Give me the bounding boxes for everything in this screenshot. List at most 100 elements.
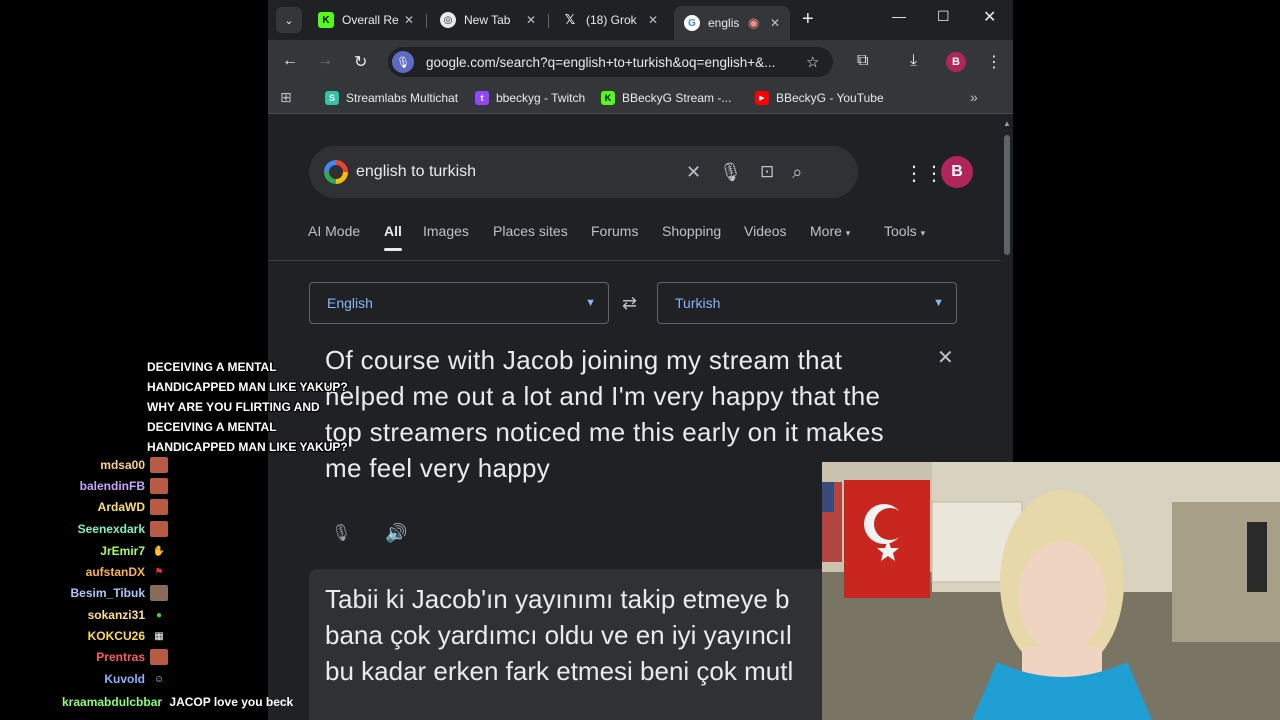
chat-username: KOKCU26 xyxy=(87,629,145,643)
filter-more[interactable]: More ▾ xyxy=(810,223,850,239)
lens-icon[interactable]: ⊡ xyxy=(760,162,774,182)
account-avatar[interactable]: B xyxy=(941,156,973,188)
close-icon[interactable]: ✕ xyxy=(404,13,414,27)
close-icon[interactable]: ✕ xyxy=(648,13,658,27)
reload-icon[interactable]: ↻ xyxy=(354,52,367,72)
google-icon: G xyxy=(684,15,700,31)
tab-divider xyxy=(426,14,427,28)
tab-overall[interactable]: K Overall Re ✕ xyxy=(308,6,424,34)
browser-toolbar: ← → ↻ 🎙 google.com/search?q=english+to+t… xyxy=(268,40,1013,84)
filter-videos[interactable]: Videos xyxy=(744,223,787,239)
clear-source-icon[interactable]: ✕ xyxy=(937,345,954,370)
recording-icon: ◉ xyxy=(748,15,760,30)
chat-message: JACOP love you beck xyxy=(169,695,294,709)
address-bar[interactable]: 🎙 google.com/search?q=english+to+turkish… xyxy=(388,47,833,77)
close-icon[interactable]: ✕ xyxy=(526,13,536,27)
clear-icon[interactable]: ✕ xyxy=(686,162,701,183)
source-language-select[interactable]: English ▼ xyxy=(309,282,609,324)
bookmarks-bar: ⊞ S Streamlabs Multichat t bbeckyg - Twi… xyxy=(268,84,1013,114)
bookmark-kick[interactable]: K BBeckyG Stream -... xyxy=(601,91,731,105)
apps-grid-icon[interactable]: ⊞ xyxy=(280,89,292,106)
search-query[interactable]: english to turkish xyxy=(356,163,686,181)
address-url[interactable]: google.com/search?q=english+to+turkish&o… xyxy=(426,55,798,70)
bookmark-label: BBeckyG - YouTube xyxy=(776,91,884,105)
youtube-icon: ▶ xyxy=(755,91,769,105)
filter-images[interactable]: Images xyxy=(423,223,469,239)
swap-languages-icon[interactable]: ⇄ xyxy=(622,293,637,314)
filter-places-sites[interactable]: Places sites xyxy=(493,223,568,239)
chat-last-message: kraamabdulcbbar JACOP love you beck xyxy=(62,695,293,709)
streamlabs-icon: S xyxy=(325,91,339,105)
tab-google-active[interactable]: G englis ◉ ✕ xyxy=(674,6,790,40)
dropdown-caret-icon: ▼ xyxy=(933,297,944,309)
bookmark-star-icon[interactable]: ☆ xyxy=(806,53,819,71)
chat-line: mdsa00 xyxy=(100,457,168,473)
emote-icon xyxy=(150,649,168,665)
menu-kebab-icon[interactable]: ⋮ xyxy=(986,52,1002,72)
chat-username: JrEmir7 xyxy=(100,544,145,558)
new-tab-plus-icon[interactable]: + xyxy=(802,9,814,29)
bookmark-label: bbeckyg - Twitch xyxy=(496,91,586,105)
chat-username: sokanzi31 xyxy=(87,608,145,622)
flag-emote-icon: ⚑ xyxy=(154,566,164,578)
back-arrow-icon[interactable]: ← xyxy=(282,52,298,70)
forward-arrow-icon[interactable]: → xyxy=(317,52,333,70)
emote-icon xyxy=(150,457,168,473)
chat-line: KOKCU26 ▦ xyxy=(88,628,168,644)
bookmark-streamlabs[interactable]: S Streamlabs Multichat xyxy=(325,91,458,105)
maximize-icon[interactable]: ☐ xyxy=(937,8,950,25)
target-language-select[interactable]: Turkish ▼ xyxy=(657,282,957,324)
tab-label: englis xyxy=(708,16,740,30)
green-emote-icon: ● xyxy=(155,609,163,621)
tab-divider xyxy=(548,14,549,28)
scroll-up-arrow-icon[interactable]: ▲ xyxy=(1003,119,1011,128)
chat-username: mdsa00 xyxy=(100,458,145,472)
tab-new-tab[interactable]: ◎ New Tab ✕ xyxy=(430,6,546,34)
chat-line: Prentras xyxy=(96,649,168,665)
chevron-down-icon: ▾ xyxy=(845,228,851,238)
filter-ai-mode[interactable]: AI Mode xyxy=(308,223,360,239)
emote-icon xyxy=(150,478,168,494)
filter-all[interactable]: All xyxy=(384,223,402,251)
filter-more-label: More xyxy=(810,223,842,239)
chat-line: aufstanDX ⚑ xyxy=(86,564,168,580)
more-bookmarks-chevron-icon[interactable]: » xyxy=(970,89,978,105)
kick-icon: K xyxy=(318,12,334,28)
profile-avatar-small[interactable]: B xyxy=(946,52,966,72)
webcam-feed xyxy=(822,462,1280,720)
tab-grok[interactable]: 𝕏 (18) Grok ✕ xyxy=(552,6,668,34)
close-icon[interactable]: ✕ xyxy=(770,16,780,30)
search-icon[interactable]: ⌕ xyxy=(792,162,802,183)
stream-stage: ⌄ K Overall Re ✕ ◎ New Tab ✕ 𝕏 (18) Grok… xyxy=(0,0,1280,720)
filter-tools[interactable]: Tools ▾ xyxy=(884,223,925,239)
emote-icon xyxy=(150,499,168,515)
chat-username: ArdaWD xyxy=(97,500,145,514)
microphone-indicator-icon[interactable]: 🎙 xyxy=(392,51,414,73)
tab-strip: ⌄ K Overall Re ✕ ◎ New Tab ✕ 𝕏 (18) Grok… xyxy=(268,0,1013,40)
voice-search-icon[interactable]: 🎙 xyxy=(719,162,742,183)
tab-label: New Tab xyxy=(464,13,511,27)
x-icon: 𝕏 xyxy=(564,12,576,27)
bookmark-twitch[interactable]: t bbeckyg - Twitch xyxy=(475,91,585,105)
filter-forums[interactable]: Forums xyxy=(591,223,638,239)
filter-shopping[interactable]: Shopping xyxy=(662,223,721,239)
window-close-icon[interactable]: ✕ xyxy=(983,7,996,27)
download-icon[interactable]: ⤓ xyxy=(910,52,917,70)
microphone-icon[interactable]: 🎙 xyxy=(331,523,351,543)
jersey-emote-icon: ▦ xyxy=(154,630,164,642)
chat-username: Prentras xyxy=(96,650,145,664)
bookmark-youtube[interactable]: ▶ BBeckyG - YouTube xyxy=(755,91,884,105)
speaker-icon[interactable]: 🔊 xyxy=(385,523,407,544)
chat-line: Besim_Tibuk xyxy=(71,585,168,601)
chat-username: aufstanDX xyxy=(85,565,145,579)
extensions-icon[interactable]: ⧉ xyxy=(857,52,868,70)
filter-tools-label: Tools xyxy=(884,223,917,239)
chat-username: Besim_Tibuk xyxy=(70,586,145,600)
bookmark-label: Streamlabs Multichat xyxy=(346,91,459,105)
minimize-icon[interactable]: — xyxy=(892,8,906,24)
tab-search-icon[interactable]: ⌄ xyxy=(276,7,302,33)
scrollbar-thumb[interactable] xyxy=(1004,135,1010,255)
kick-icon: K xyxy=(601,91,615,105)
chat-username: kraamabdulcbbar xyxy=(62,695,163,709)
search-box[interactable]: english to turkish ✕ 🎙 ⊡ ⌕ xyxy=(309,146,858,198)
